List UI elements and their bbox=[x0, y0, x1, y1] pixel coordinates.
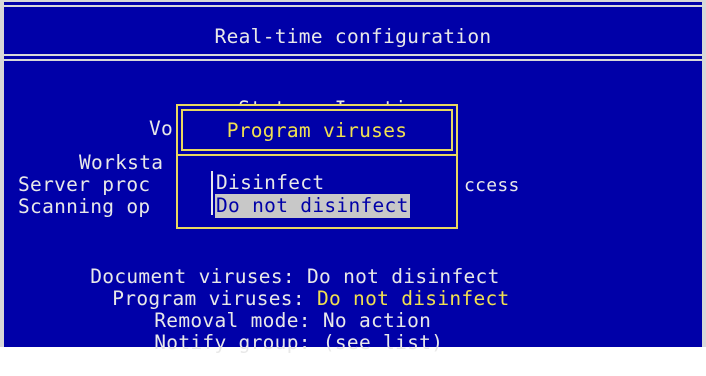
background-row-vo: Vo bbox=[149, 117, 174, 140]
window-border-top-inner bbox=[0, 5, 706, 7]
window-border-left bbox=[0, 0, 4, 347]
window-border-right bbox=[702, 0, 706, 347]
screen: Real-time configuration Status: Inactive… bbox=[0, 0, 706, 354]
popup-border-bottom bbox=[176, 227, 458, 229]
realtime-config-window: Real-time configuration Status: Inactive… bbox=[0, 0, 706, 354]
notify-group-label: Notify group: bbox=[154, 331, 311, 354]
title-separator bbox=[0, 54, 706, 56]
option-cursor-bar bbox=[211, 171, 213, 215]
popup-title-separator bbox=[176, 154, 458, 156]
background-row-tail: ccess bbox=[464, 175, 520, 196]
background-row-server: Server proc bbox=[18, 173, 151, 196]
title-separator-inner bbox=[0, 59, 706, 61]
program-viruses-popup[interactable]: Program viruses Disinfect Do not disinfe… bbox=[176, 104, 458, 229]
popup-border-top bbox=[176, 104, 458, 106]
popup-border-top-inner bbox=[181, 109, 453, 111]
window-title: Real-time configuration bbox=[214, 25, 492, 48]
background-row-scanning: Scanning op bbox=[18, 195, 151, 218]
setting-notify-group: Notify group: (see list) bbox=[82, 310, 443, 376]
option-disinfect[interactable]: Disinfect bbox=[216, 172, 324, 194]
notify-group-value[interactable]: (see list) bbox=[323, 331, 443, 354]
popup-title: Program viruses bbox=[226, 119, 408, 142]
window-border-top bbox=[0, 0, 706, 2]
option-do-not-disinfect[interactable]: Do not disinfect bbox=[216, 195, 409, 217]
popup-title-separator-inner bbox=[181, 149, 453, 151]
background-row-worksta: Worksta bbox=[79, 151, 164, 174]
